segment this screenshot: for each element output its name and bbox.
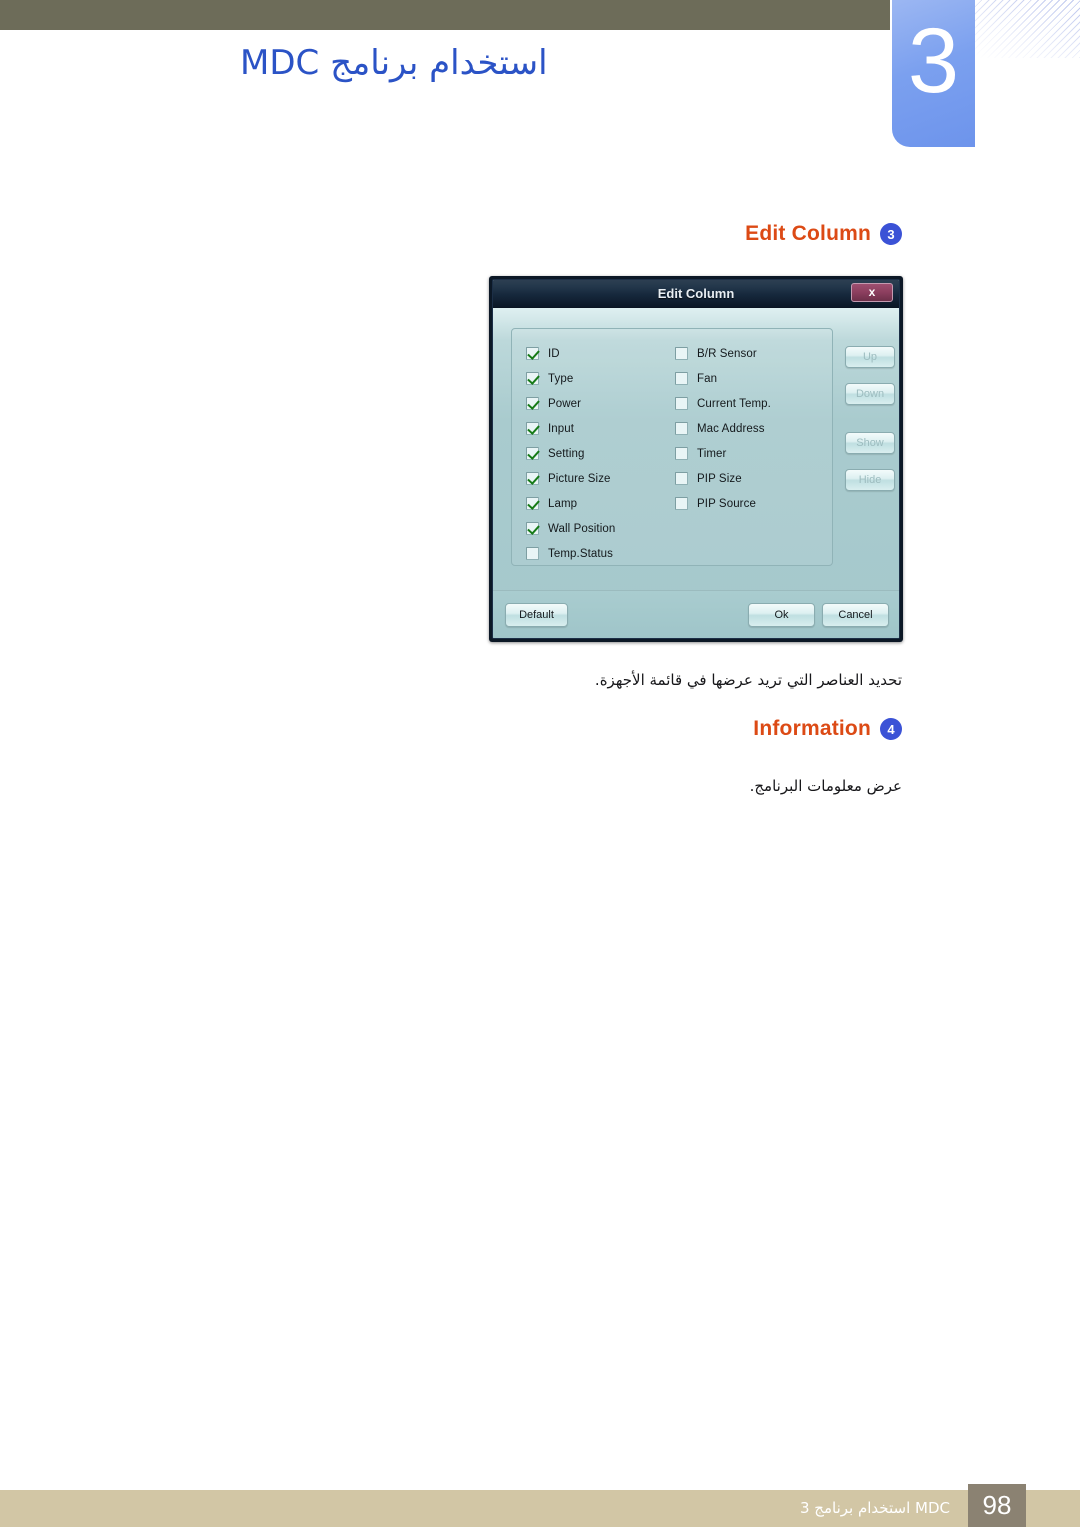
dialog-inner-frame: Edit Column x ID Type Power Input Setting Pic… (492, 279, 900, 639)
column-checkbox-row[interactable]: Lamp (526, 491, 676, 516)
checkbox-label: Fan (697, 372, 718, 385)
checkbox-checked-icon[interactable] (526, 447, 539, 460)
header-diagonal-stripes-decoration (975, 0, 1080, 58)
page-title: استخدام برنامج MDC (240, 43, 548, 83)
checkbox-label: Temp.Status (548, 547, 614, 560)
column-checkbox-row[interactable]: Fan (675, 366, 830, 391)
column-checkbox-row[interactable]: B/R Sensor (675, 341, 830, 366)
down-button: Down (845, 383, 895, 405)
dialog-titlebar: Edit Column x (493, 280, 899, 308)
checkbox-unchecked-icon[interactable] (675, 397, 688, 410)
ok-button[interactable]: Ok (748, 603, 815, 627)
checkbox-checked-icon[interactable] (526, 397, 539, 410)
checkbox-label: ID (548, 347, 560, 360)
checkbox-checked-icon[interactable] (526, 472, 539, 485)
column-checkbox-row[interactable]: Type (526, 366, 676, 391)
checkbox-column-left: ID Type Power Input Setting Picture Size Lamp W… (526, 341, 676, 566)
checkbox-unchecked-icon[interactable] (675, 372, 688, 385)
checkbox-label: Power (548, 397, 582, 410)
checkbox-column-right: B/R Sensor Fan Current Temp. Mac Address Tim… (675, 341, 830, 516)
dialog-title: Edit Column (657, 286, 735, 301)
column-checkbox-row[interactable]: PIP Size (675, 466, 830, 491)
checkbox-unchecked-icon[interactable] (675, 422, 688, 435)
checkbox-label: Current Temp. (697, 397, 771, 410)
checkbox-label: B/R Sensor (697, 347, 757, 360)
section-label-edit-column: Edit Column (745, 222, 871, 245)
section-heading-information: Information 4 (753, 717, 902, 741)
checkbox-label: Lamp (548, 497, 578, 510)
checkbox-label: Type (548, 372, 574, 385)
checkbox-checked-icon[interactable] (526, 522, 539, 535)
checkbox-checked-icon[interactable] (526, 347, 539, 360)
header-olive-bar (0, 0, 890, 30)
edit-column-dialog: Edit Column x ID Type Power Input Setting Pic… (489, 276, 903, 642)
checkbox-checked-icon[interactable] (526, 422, 539, 435)
chapter-number: 3 (907, 10, 960, 112)
column-checkbox-row[interactable]: Setting (526, 441, 676, 466)
checkbox-label: Timer (697, 447, 727, 460)
page-number: 98 (968, 1484, 1026, 1527)
cancel-button[interactable]: Cancel (822, 603, 889, 627)
default-button[interactable]: Default (505, 603, 568, 627)
dialog-body: ID Type Power Input Setting Picture Size Lamp W… (493, 308, 899, 638)
column-checkbox-row[interactable]: PIP Source (675, 491, 830, 516)
checkbox-label: PIP Size (697, 472, 742, 485)
up-button: Up (845, 346, 895, 368)
checkbox-label: Picture Size (548, 472, 611, 485)
checkbox-label: Setting (548, 447, 585, 460)
page-footer: MDC استخدام برنامج 3 98 (0, 1480, 1080, 1527)
note-edit-column: تحديد العناصر التي تريد عرضها في قائمة ا… (594, 671, 902, 689)
column-checkbox-row[interactable]: Current Temp. (675, 391, 830, 416)
footer-text: MDC استخدام برنامج 3 (799, 1499, 950, 1517)
dialog-side-buttons: Up Down Show Hide (845, 346, 895, 491)
checkbox-label: PIP Source (697, 497, 756, 510)
dialog-footer: Default Ok Cancel (493, 590, 899, 638)
column-checkbox-row[interactable]: Temp.Status (526, 541, 676, 566)
checkbox-unchecked-icon[interactable] (675, 447, 688, 460)
column-checkbox-panel: ID Type Power Input Setting Picture Size Lamp W… (511, 328, 833, 566)
page-header: 3 استخدام برنامج MDC (0, 0, 1080, 150)
chapter-number-box: 3 (892, 0, 975, 147)
column-checkbox-row[interactable]: Mac Address (675, 416, 830, 441)
checkbox-unchecked-icon[interactable] (526, 547, 539, 560)
hide-button: Hide (845, 469, 895, 491)
column-checkbox-row[interactable]: Power (526, 391, 676, 416)
show-button: Show (845, 432, 895, 454)
section-heading-edit-column: Edit Column 3 (745, 222, 902, 246)
note-information: عرض معلومات البرنامج. (749, 777, 902, 795)
checkbox-unchecked-icon[interactable] (675, 347, 688, 360)
close-icon[interactable]: x (851, 283, 893, 302)
section-badge-3: 3 (880, 223, 902, 245)
checkbox-checked-icon[interactable] (526, 497, 539, 510)
section-label-information: Information (753, 717, 871, 740)
column-checkbox-row[interactable]: Timer (675, 441, 830, 466)
checkbox-unchecked-icon[interactable] (675, 497, 688, 510)
column-checkbox-row[interactable]: Picture Size (526, 466, 676, 491)
column-checkbox-row[interactable]: Input (526, 416, 676, 441)
checkbox-unchecked-icon[interactable] (675, 472, 688, 485)
section-badge-4: 4 (880, 718, 902, 740)
checkbox-label: Wall Position (548, 522, 616, 535)
checkbox-checked-icon[interactable] (526, 372, 539, 385)
column-checkbox-row[interactable]: Wall Position (526, 516, 676, 541)
column-checkbox-row[interactable]: ID (526, 341, 676, 366)
checkbox-label: Mac Address (697, 422, 765, 435)
checkbox-label: Input (548, 422, 575, 435)
page-content: Edit Column 3 Edit Column x ID Type Power I… (0, 150, 1080, 1450)
